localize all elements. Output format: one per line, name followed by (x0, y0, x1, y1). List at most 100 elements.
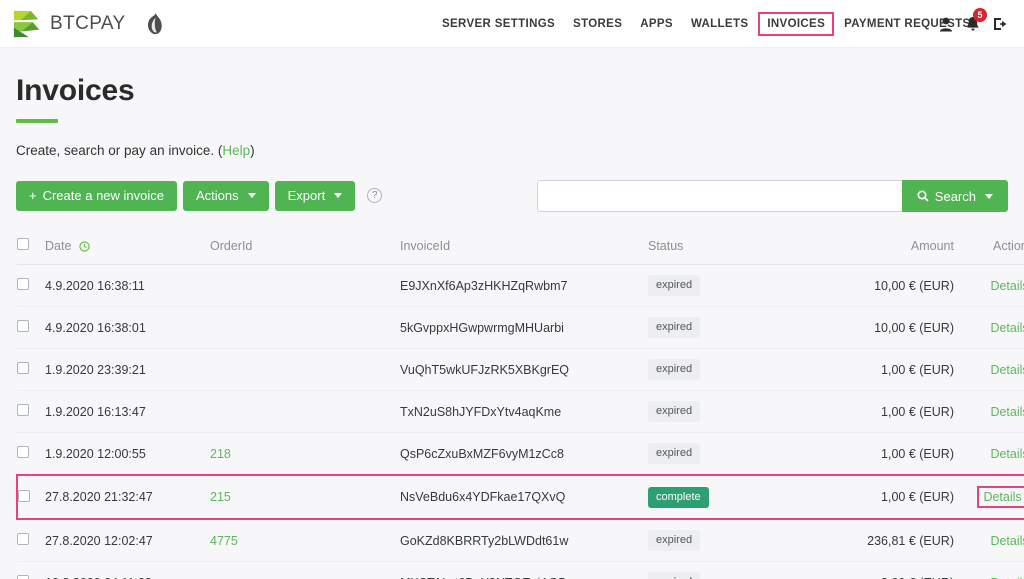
invoices-table: Date OrderId InvoiceId Status Amount Act… (16, 238, 1024, 579)
cell-date: 4.9.2020 16:38:01 (45, 306, 210, 349)
cell-invoiceid: 5kGvppxHGwpwrmgMHUarbi (400, 306, 648, 349)
cell-status: complete (648, 474, 828, 520)
cell-date: 18.8.2020 04:11:28 (45, 561, 210, 579)
cell-date: 27.8.2020 21:32:47 (45, 474, 210, 520)
main-nav: SERVER SETTINGS STORES APPS WALLETS INVO… (433, 0, 979, 48)
cell-orderid (210, 348, 400, 391)
status-badge: expired (648, 530, 701, 551)
select-all-checkbox[interactable] (17, 238, 29, 250)
cell-amount: 10,00 € (EUR) (828, 306, 954, 349)
header-orderid[interactable]: OrderId (210, 238, 400, 265)
status-badge: expired (648, 401, 701, 422)
cell-date: 27.8.2020 12:02:47 (45, 519, 210, 562)
bell-icon[interactable]: 5 (966, 8, 987, 32)
cell-invoiceid: TxN2uS8hJYFDxYtv4aqKme (400, 390, 648, 433)
title-underline (16, 119, 58, 123)
toolbar-left-group: + Create a new invoice Actions Export ? (16, 180, 383, 212)
header-date-label: Date (45, 239, 72, 253)
details-link[interactable]: Detailsˇ (977, 486, 1024, 508)
header-status[interactable]: Status (648, 238, 828, 265)
details-label: Details (990, 576, 1024, 579)
cell-invoiceid: QsP6cZxuBxMZF6vyM1zCc8 (400, 432, 648, 476)
notification-badge: 5 (973, 8, 987, 22)
export-label: Export (287, 187, 326, 203)
chevron-down-icon (247, 193, 256, 199)
nav-link-wallets[interactable]: WALLETS (682, 13, 757, 35)
nav-link-apps[interactable]: APPS (631, 13, 682, 35)
row-checkbox[interactable] (17, 278, 29, 290)
details-label: Details (990, 533, 1024, 548)
status-badge: expired (648, 572, 701, 579)
details-link[interactable]: Detailsˇ (990, 363, 1024, 377)
cell-actions: Detailsˇ (954, 348, 1024, 391)
cell-status: expired (648, 306, 828, 349)
orderid-link[interactable]: 218 (210, 447, 231, 461)
cell-status: expired (648, 348, 828, 391)
details-link[interactable]: Detailsˇ (990, 447, 1024, 461)
select-all-header (17, 238, 45, 265)
nav-link-stores[interactable]: STORES (564, 13, 631, 35)
details-link[interactable]: Detailsˇ (990, 405, 1024, 419)
help-link[interactable]: Help (222, 143, 250, 158)
table-row: 1.9.2020 16:13:47 TxN2uS8hJYFDxYtv4aqKme e… (17, 390, 1024, 433)
chevron-down-icon (334, 193, 343, 199)
details-label: Details (990, 320, 1024, 335)
row-checkbox[interactable] (17, 320, 29, 332)
logout-icon[interactable] (993, 17, 1008, 31)
brand-logo-link[interactable]: BTCPAY (12, 9, 166, 39)
status-badge: complete (648, 486, 709, 508)
details-link[interactable]: Detailsˇ (990, 534, 1024, 548)
row-checkbox[interactable] (17, 404, 29, 416)
header-actions: Actions (954, 238, 1024, 265)
row-select-cell (17, 306, 45, 349)
actions-dropdown-button[interactable]: Actions (183, 180, 269, 212)
create-new-invoice-button[interactable]: + Create a new invoice (16, 180, 177, 212)
row-checkbox[interactable] (17, 446, 29, 458)
row-checkbox[interactable] (17, 533, 29, 545)
details-label: Details (990, 362, 1024, 377)
header-amount[interactable]: Amount (828, 238, 954, 265)
cell-invoiceid: E9JXnXf6Ap3zHKHZqRwbm7 (400, 264, 648, 307)
user-icon[interactable] (939, 17, 953, 32)
cell-status: expired (648, 432, 828, 476)
orderid-link[interactable]: 215 (210, 490, 231, 504)
export-dropdown-button[interactable]: Export (274, 180, 356, 212)
page-subtitle: Create, search or pay an invoice. (Help) (16, 143, 1008, 158)
cell-actions: Detailsˇ (954, 432, 1024, 476)
details-link[interactable]: Detailsˇ (990, 279, 1024, 293)
cell-actions: Detailsˇ (954, 474, 1024, 520)
cell-status: expired (648, 561, 828, 579)
row-checkbox[interactable] (17, 575, 29, 579)
search-input[interactable] (536, 180, 902, 212)
cell-orderid (210, 390, 400, 433)
details-link[interactable]: Detailsˇ (990, 576, 1024, 579)
cell-orderid: 4775 (210, 519, 400, 562)
nav-link-invoices[interactable]: INVOICES (758, 12, 835, 36)
status-badge: expired (648, 443, 701, 464)
cell-date: 1.9.2020 12:00:55 (45, 432, 210, 476)
cell-amount: 10,00 € (EUR) (828, 264, 954, 307)
toolbar: + Create a new invoice Actions Export ? … (16, 180, 1008, 212)
details-link[interactable]: Detailsˇ (990, 321, 1024, 335)
cell-amount: 1,00 € (EUR) (828, 348, 954, 391)
cell-status: expired (648, 390, 828, 433)
cell-amount: 1,00 € (EUR) (828, 474, 954, 520)
header-date[interactable]: Date (45, 238, 210, 265)
tor-onion-icon (147, 11, 162, 34)
cell-status: expired (648, 264, 828, 307)
nav-icon-group: 5 (939, 0, 1008, 48)
cell-status: expired (648, 519, 828, 562)
question-mark-icon[interactable]: ? (367, 188, 383, 204)
table-row: 18.8.2020 04:11:28 MXSTALyt6BuY2NTGEpiAG5… (17, 561, 1024, 579)
actions-label: Actions (196, 187, 239, 203)
search-button[interactable]: Search (901, 180, 1008, 212)
cell-orderid (210, 561, 400, 579)
header-invoiceid[interactable]: InvoiceId (400, 238, 648, 265)
row-checkbox[interactable] (18, 489, 30, 502)
row-select-cell (17, 390, 45, 433)
page-body: Invoices Create, search or pay an invoic… (0, 48, 1024, 579)
details-label: Details (990, 278, 1024, 293)
orderid-link[interactable]: 4775 (210, 534, 238, 548)
nav-link-server-settings[interactable]: SERVER SETTINGS (433, 13, 564, 35)
row-checkbox[interactable] (17, 362, 29, 374)
